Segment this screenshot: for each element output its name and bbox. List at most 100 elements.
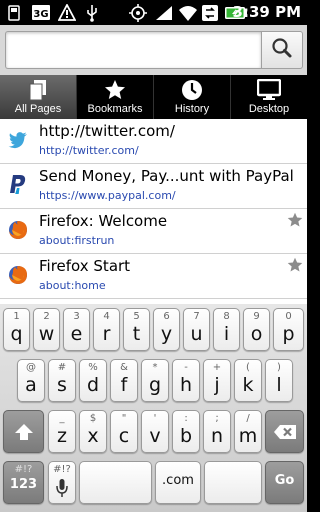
- list-item[interactable]: http://twitter.com/ http://twitter.com/: [0, 119, 307, 164]
- tab-desktop[interactable]: Desktop: [230, 75, 307, 119]
- key-label: z: [57, 425, 67, 447]
- key-label: v: [149, 425, 161, 447]
- bookmark-star-icon[interactable]: [287, 257, 303, 273]
- warning-icon: [58, 3, 76, 22]
- key-alt: +: [212, 362, 222, 373]
- list-item[interactable]: Send Money, Pay...unt with PayPal https:…: [0, 164, 307, 209]
- list-item-title: Firefox: Welcome: [39, 212, 168, 230]
- key-h[interactable]: -h: [172, 359, 200, 402]
- spacebar-right-key[interactable]: [204, 461, 262, 504]
- key-label: i: [223, 323, 230, 345]
- key-alt: #: [57, 362, 67, 373]
- key-p[interactable]: 0p: [273, 308, 304, 351]
- key-x[interactable]: $ x: [79, 410, 107, 453]
- key-label: j: [214, 374, 220, 396]
- bookmark-star-icon[interactable]: [287, 212, 303, 228]
- key-c[interactable]: " c: [110, 410, 138, 453]
- go-key[interactable]: Go: [265, 461, 304, 504]
- url-input[interactable]: [5, 31, 261, 69]
- key-e[interactable]: 3e: [63, 308, 90, 351]
- spacebar-key[interactable]: [79, 461, 152, 504]
- search-button[interactable]: [261, 31, 303, 69]
- key-g[interactable]: * g: [141, 359, 169, 402]
- shift-arrow-icon: [4, 411, 43, 452]
- key-label: d: [86, 374, 100, 396]
- status-bar: 3G 3:39 PM: [0, 0, 307, 25]
- key-alt: &: [120, 362, 128, 373]
- key-y[interactable]: 6y: [153, 308, 180, 351]
- key-alt: 8: [223, 311, 230, 322]
- tab-label: Desktop: [248, 103, 290, 115]
- signal-icon: [154, 3, 174, 22]
- list-item-title: Send Money, Pay...unt with PayPal: [39, 167, 294, 185]
- clock-icon: [181, 79, 203, 101]
- list-item-title: Firefox Start: [39, 257, 131, 275]
- key-label: l: [276, 374, 282, 396]
- dotcom-key[interactable]: .com: [155, 461, 201, 504]
- key-f[interactable]: & f: [110, 359, 138, 402]
- key-s[interactable]: # s: [48, 359, 76, 402]
- key-alt: 2: [43, 311, 50, 322]
- key-j[interactable]: + j: [203, 359, 231, 402]
- key-v[interactable]: ' v: [141, 410, 169, 453]
- list-item-url: https://www.paypal.com/: [39, 189, 176, 202]
- key-label: x: [87, 425, 99, 447]
- key-label: y: [160, 323, 173, 345]
- list-item-title: http://twitter.com/: [39, 122, 175, 140]
- key-w[interactable]: 2w: [33, 308, 60, 351]
- usb-icon: [6, 3, 22, 22]
- key-alt: 1: [13, 311, 20, 322]
- key-d[interactable]: % d: [79, 359, 107, 402]
- key-label: u: [190, 323, 203, 345]
- key-a[interactable]: @ a: [17, 359, 45, 402]
- backspace-icon: [266, 411, 303, 452]
- key-alt: -: [184, 362, 188, 373]
- tab-label: History: [174, 103, 210, 115]
- key-alt: :: [184, 413, 188, 424]
- key-m[interactable]: / m: [234, 410, 262, 453]
- key-label: g: [148, 374, 162, 396]
- key-i[interactable]: 8i: [213, 308, 240, 351]
- key-l[interactable]: ) l: [265, 359, 293, 402]
- key-alt: _: [59, 413, 65, 424]
- awesomebar-tabs: All Pages Bookmarks History Desktop: [0, 75, 307, 119]
- key-k[interactable]: (k: [234, 359, 262, 402]
- key-b[interactable]: :b: [172, 410, 200, 453]
- microphone-key[interactable]: #!?: [48, 461, 76, 504]
- key-alt: 5: [133, 311, 140, 322]
- key-alt: 3: [73, 311, 80, 322]
- key-n[interactable]: ; n: [203, 410, 231, 453]
- key-label: f: [120, 374, 128, 396]
- suggestion-list: http://twitter.com/ http://twitter.com/ …: [0, 119, 307, 304]
- key-label: c: [118, 425, 130, 447]
- tab-label: Bookmarks: [87, 103, 143, 115]
- key-alt: ;: [215, 413, 219, 424]
- tab-all-pages[interactable]: All Pages: [0, 75, 76, 119]
- key-r[interactable]: 4r: [93, 308, 120, 351]
- key-o[interactable]: 9o: [243, 308, 270, 351]
- key-alt: ': [153, 413, 157, 424]
- symbols-key[interactable]: #!? 123: [3, 461, 44, 504]
- key-t[interactable]: 5t: [123, 308, 150, 351]
- tab-bookmarks[interactable]: Bookmarks: [76, 75, 153, 119]
- list-item[interactable]: Firefox Start about:home: [0, 254, 307, 299]
- key-z[interactable]: _ z: [48, 410, 76, 453]
- tab-history[interactable]: History: [153, 75, 230, 119]
- clock: 3:39 PM: [232, 3, 301, 21]
- key-label: 123: [9, 477, 38, 492]
- backspace-key[interactable]: [265, 410, 304, 453]
- key-u[interactable]: 7u: [183, 308, 210, 351]
- key-alt: @: [26, 362, 36, 373]
- monitor-icon: [257, 79, 281, 101]
- list-item[interactable]: Firefox: Welcome about:firstrun: [0, 209, 307, 254]
- key-alt: $: [89, 413, 97, 424]
- key-alt: 0: [285, 311, 292, 322]
- shift-key[interactable]: [3, 410, 44, 453]
- 3g-signal-icon: 3G: [32, 3, 50, 22]
- key-q[interactable]: 1q: [3, 308, 30, 351]
- key-label: h: [179, 374, 193, 396]
- key-alt: /: [246, 413, 250, 424]
- gps-icon: [128, 3, 148, 22]
- firefox-icon: [7, 219, 29, 241]
- key-label: n: [210, 425, 224, 447]
